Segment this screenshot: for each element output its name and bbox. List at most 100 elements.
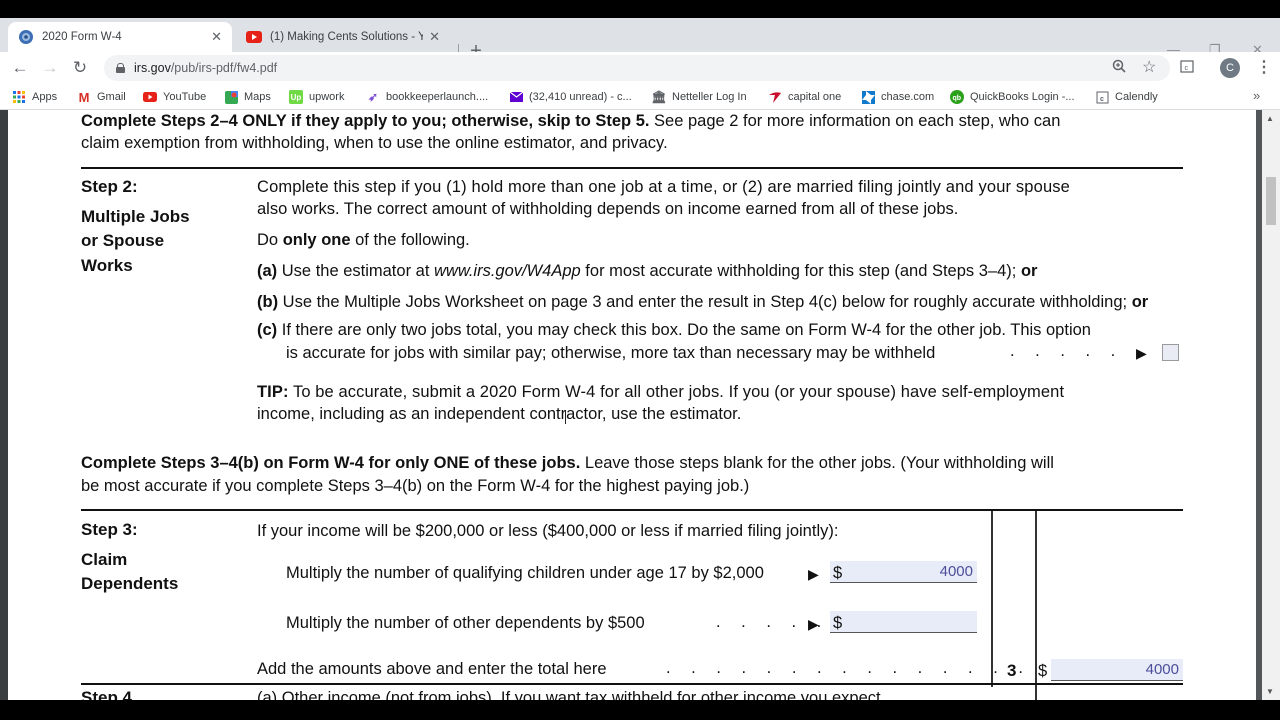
- bookmark-label: Maps: [244, 91, 271, 103]
- close-tab-icon[interactable]: ✕: [429, 29, 440, 45]
- bookmark-capital-one[interactable]: capital one: [768, 90, 841, 104]
- column-divider: [1035, 511, 1037, 700]
- step3-title-line: Dependents: [81, 574, 179, 593]
- scrollbar-thumb[interactable]: [1266, 177, 1276, 225]
- option-marker: (c): [257, 321, 278, 339]
- bookmark-apps[interactable]: Apps: [12, 90, 57, 104]
- step2-description-line2: also works. The correct amount of withho…: [257, 200, 959, 218]
- pdf-viewer: Complete Steps 2–4 ONLY if they apply to…: [0, 110, 1280, 700]
- bookmark-label: Netteller Log In: [672, 91, 747, 103]
- pdf-page: Complete Steps 2–4 ONLY if they apply to…: [8, 110, 1256, 700]
- bookmark-maps[interactable]: Maps: [224, 90, 271, 104]
- step2-title-line: Multiple Jobs: [81, 207, 190, 226]
- steps-3-4-note: Complete Steps 3–4(b) on Form W-4 for on…: [81, 453, 1054, 473]
- profile-avatar[interactable]: C: [1220, 58, 1240, 78]
- option-c: (c) If there are only two jobs total, yo…: [257, 320, 1091, 340]
- irs-seal-icon: [18, 29, 34, 45]
- text: Use the Multiple Jobs Worksheet on page …: [282, 293, 1132, 311]
- text: If there are only two jobs total, you ma…: [281, 321, 1091, 339]
- other-dependents-label: Multiply the number of other dependents …: [286, 614, 645, 632]
- lock-icon: [116, 63, 125, 73]
- scroll-down-arrow-icon[interactable]: ▼: [1266, 687, 1274, 696]
- bookmark-upwork[interactable]: Up upwork: [289, 90, 344, 104]
- option-b: (b) Use the Multiple Jobs Worksheet on p…: [257, 292, 1148, 312]
- currency-symbol: $: [1038, 662, 1048, 680]
- bookmark-label: Apps: [32, 91, 58, 103]
- bookmark-label: Calendly: [1115, 91, 1158, 103]
- text: for most accurate withholding for this s…: [580, 262, 1021, 280]
- zoom-icon[interactable]: [1112, 59, 1126, 76]
- quickbooks-icon: qb: [950, 90, 964, 104]
- bookmark-star-icon[interactable]: ☆: [1142, 57, 1156, 77]
- gmail-icon: M: [78, 89, 90, 105]
- bookmarks-overflow-button[interactable]: »: [1253, 88, 1260, 103]
- note-bold: Complete Steps 3–4(b) on Form W-4 for on…: [81, 454, 581, 472]
- url-host: irs.gov: [134, 61, 171, 75]
- other-dependents-amount-field[interactable]: [830, 611, 977, 633]
- intro-rest: See page 2 for more information on each …: [649, 112, 1061, 130]
- close-tab-icon[interactable]: ✕: [211, 29, 222, 45]
- bookmark-calendly[interactable]: c Calendly: [1095, 90, 1158, 104]
- option-c-line2: is accurate for jobs with similar pay; o…: [286, 343, 935, 363]
- bookmark-quickbooks[interactable]: qb QuickBooks Login -...: [950, 90, 1075, 104]
- step2-title-line: or Spouse: [81, 231, 165, 250]
- vertical-scrollbar[interactable]: ▲ ▼: [1262, 110, 1280, 700]
- bookmark-netteller[interactable]: 🏛 Netteller Log In: [651, 90, 747, 104]
- bookmark-mail-unread[interactable]: (32,410 unread) - c...: [509, 90, 632, 104]
- qualifying-children-amount-field[interactable]: 4000: [830, 561, 977, 583]
- bookmark-label: upwork: [309, 91, 345, 103]
- line-number: 3: [1007, 661, 1017, 680]
- forward-button[interactable]: →: [40, 58, 60, 78]
- bookmark-youtube[interactable]: YouTube: [143, 90, 206, 104]
- step3-title-line: Claim: [81, 550, 128, 569]
- step2-title-line: Works: [81, 256, 133, 275]
- bookmark-bookkeeperlaunch[interactable]: ➶ bookkeeperlaunch....: [366, 90, 488, 104]
- bookmark-label: Gmail: [97, 91, 126, 103]
- capital-one-icon: [768, 90, 782, 104]
- section-divider: [81, 509, 1183, 511]
- tab-title: (1) Making Cents Solutions - You: [270, 31, 424, 43]
- rocket-icon: ➶: [367, 90, 379, 104]
- steps-3-4-note-line2: be most accurate if you complete Steps 3…: [81, 477, 750, 495]
- tab-youtube[interactable]: (1) Making Cents Solutions - You ✕: [236, 22, 450, 52]
- leader-dots: . . . . .: [1010, 342, 1124, 360]
- bank-icon: 🏛: [651, 90, 667, 104]
- currency-symbol: $: [833, 614, 843, 632]
- bookmark-label: YouTube: [163, 91, 207, 103]
- back-button[interactable]: ←: [10, 58, 30, 78]
- text: Leave those steps blank for the other jo…: [580, 454, 1054, 472]
- calendly-extension-icon[interactable]: c: [1180, 59, 1194, 76]
- menu-kebab-icon[interactable]: ⋮: [1256, 57, 1272, 77]
- two-jobs-checkbox[interactable]: [1162, 344, 1179, 361]
- bookmark-label: capital one: [788, 91, 842, 103]
- step3-label: Step 3:: [81, 520, 138, 539]
- step3-total-field[interactable]: 4000: [1051, 659, 1183, 681]
- step3-condition: If your income will be $200,000 or less …: [257, 522, 839, 540]
- scroll-up-arrow-icon[interactable]: ▲: [1266, 114, 1274, 123]
- intro-bold: Complete Steps 2–4 ONLY if they apply to…: [81, 112, 650, 130]
- bookmark-label: (32,410 unread) - c...: [529, 91, 632, 103]
- svg-text:c: c: [1100, 96, 1104, 103]
- text-bold: only one: [282, 231, 351, 249]
- bookmark-gmail[interactable]: M Gmail: [77, 89, 126, 105]
- step4-partial-text: (a) Other income (not from jobs). If you…: [257, 689, 881, 700]
- address-bar[interactable]: irs.gov/pub/irs-pdf/fw4.pdf: [104, 55, 1170, 81]
- bookmark-label: bookkeeperlaunch....: [386, 91, 489, 103]
- option-marker: (b): [257, 293, 279, 311]
- screen-top-border: [0, 0, 1280, 18]
- tip-paragraph: TIP: To be accurate, submit a 2020 Form …: [257, 382, 1064, 402]
- tab-form-w4[interactable]: 2020 Form W-4 ✕: [8, 22, 232, 52]
- arrow-icon: ▶: [808, 616, 819, 632]
- estimator-link: www.irs.gov/W4App: [434, 262, 581, 280]
- intro-paragraph: Complete Steps 2–4 ONLY if they apply to…: [81, 111, 1060, 131]
- text-bold: or: [1131, 293, 1149, 311]
- mail-icon: [509, 90, 523, 104]
- maps-icon: [224, 90, 238, 104]
- reload-button[interactable]: ↻: [70, 58, 90, 78]
- bookmark-label: QuickBooks Login -...: [970, 91, 1075, 103]
- option-a: (a) Use the estimator at www.irs.gov/W4A…: [257, 261, 1037, 281]
- tab-title: 2020 Form W-4: [42, 31, 122, 43]
- bookmark-label: chase.com: [881, 91, 935, 103]
- bookmark-chase[interactable]: chase.com: [861, 90, 934, 104]
- text: Use the estimator at: [281, 262, 434, 280]
